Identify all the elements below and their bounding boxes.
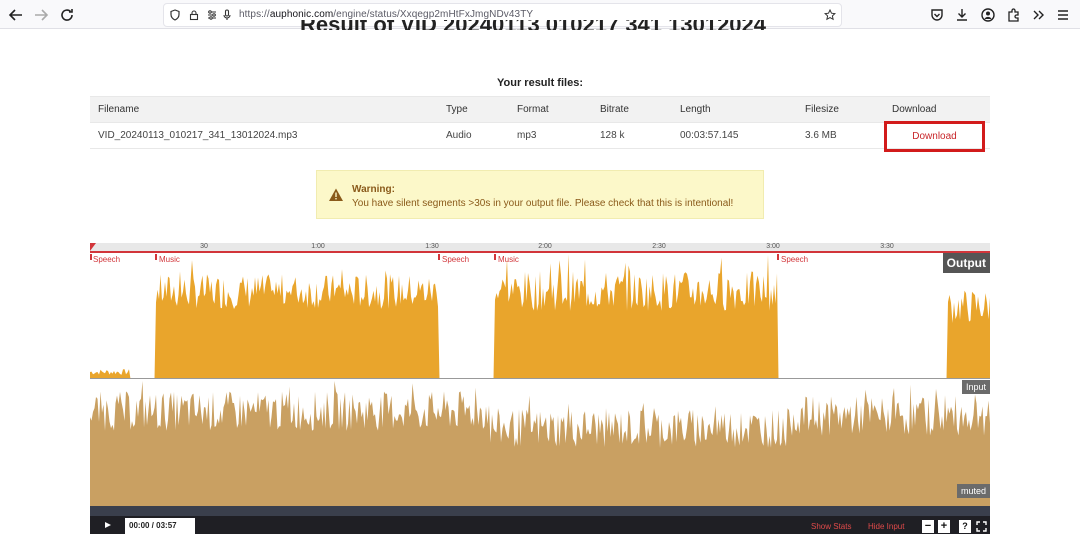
play-icon[interactable] xyxy=(105,522,111,528)
warning-triangle-icon xyxy=(329,188,343,201)
bookmark-star-icon[interactable] xyxy=(823,8,837,22)
header-bitrate: Bitrate xyxy=(592,96,672,123)
pocket-icon[interactable] xyxy=(927,5,947,25)
header-length: Length xyxy=(672,96,797,123)
help-button[interactable]: ? xyxy=(959,520,971,533)
cell-type: Audio xyxy=(438,122,509,149)
table-row: VID_20240113_010217_341_13012024.mp3 Aud… xyxy=(90,121,990,152)
hide-input-link[interactable]: Hide Input xyxy=(868,522,904,531)
page-title: Result of VID 20240113 010217 341 130120… xyxy=(300,20,766,30)
extensions-icon[interactable] xyxy=(1004,5,1024,25)
tick-label: 3:00 xyxy=(766,243,780,250)
scrub-bar[interactable] xyxy=(90,506,990,516)
shield-icon[interactable] xyxy=(168,8,182,22)
muted-tag[interactable]: muted xyxy=(956,484,990,498)
zoom-in-button[interactable]: + xyxy=(938,520,950,533)
zoom-out-button[interactable]: − xyxy=(922,520,934,533)
tick-label: 2:00 xyxy=(538,243,552,250)
warning-text: You have silent segments >30s in your ou… xyxy=(352,198,734,209)
show-stats-link[interactable]: Show Stats xyxy=(811,522,851,531)
silence-warning: Warning: You have silent segments >30s i… xyxy=(316,170,764,219)
tick-label: 2:30 xyxy=(652,243,666,250)
tick-label: 1:00 xyxy=(311,243,325,250)
overflow-chevrons-icon[interactable] xyxy=(1028,5,1048,25)
tick-label: 1:30 xyxy=(425,243,439,250)
header-format: Format xyxy=(509,96,592,123)
result-files-heading: Your result files: xyxy=(497,77,583,89)
warning-title: Warning: xyxy=(352,184,395,195)
table-header-row: Filename Type Format Bitrate Length File… xyxy=(90,96,990,123)
permissions-icon[interactable] xyxy=(205,8,219,22)
input-track-tag[interactable]: Input xyxy=(961,380,990,394)
tick-label: 30 xyxy=(200,243,208,250)
back-arrow-icon[interactable] xyxy=(6,5,26,25)
download-icon[interactable] xyxy=(952,5,972,25)
output-waveform-shape xyxy=(90,254,990,379)
input-waveform-shape xyxy=(90,381,990,506)
player-controls: 00:00 / 03:57 Show Stats Hide Input − + … xyxy=(90,506,990,534)
url-text: https://auphonic.com/engine/status/Xxqeg… xyxy=(239,9,533,20)
account-icon[interactable] xyxy=(978,5,998,25)
forward-arrow-icon[interactable] xyxy=(31,5,51,25)
playhead-marker[interactable] xyxy=(90,243,96,253)
fullscreen-icon[interactable] xyxy=(976,521,987,532)
tick-label: 3:30 xyxy=(880,243,894,250)
cell-filesize: 3.6 MB xyxy=(797,122,884,149)
cell-download: Download xyxy=(884,121,990,152)
cell-format: mp3 xyxy=(509,122,592,149)
header-type: Type xyxy=(438,96,509,123)
output-track-tag: Output xyxy=(942,253,990,273)
reload-icon[interactable] xyxy=(57,5,77,25)
download-link[interactable]: Download xyxy=(884,121,985,152)
header-filename: Filename xyxy=(90,96,438,123)
output-waveform[interactable] xyxy=(90,253,990,379)
hamburger-menu-icon[interactable] xyxy=(1053,5,1073,25)
url-prefix: https:// xyxy=(239,9,270,20)
timeline-ruler[interactable]: 30 1:00 1:30 2:00 2:30 3:00 3:30 xyxy=(90,243,990,253)
cell-bitrate: 128 k xyxy=(592,122,672,149)
header-download: Download xyxy=(884,96,990,123)
result-files-table: Filename Type Format Bitrate Length File… xyxy=(90,96,990,152)
url-host: auphonic.com xyxy=(269,9,334,20)
header-filesize: Filesize xyxy=(797,96,884,123)
microphone-icon[interactable] xyxy=(220,8,234,22)
lock-icon[interactable] xyxy=(187,8,201,22)
cell-filename: VID_20240113_010217_341_13012024.mp3 xyxy=(90,122,438,149)
input-waveform[interactable] xyxy=(90,379,990,506)
cell-length: 00:03:57.145 xyxy=(672,122,797,149)
time-display: 00:00 / 03:57 xyxy=(125,518,195,534)
url-path: /engine/status/Xxqegp2mHtFxJmgNDv43TY xyxy=(333,9,534,20)
audio-waveform-viewer[interactable]: 30 1:00 1:30 2:00 2:30 3:00 3:30 Speech … xyxy=(90,243,990,534)
